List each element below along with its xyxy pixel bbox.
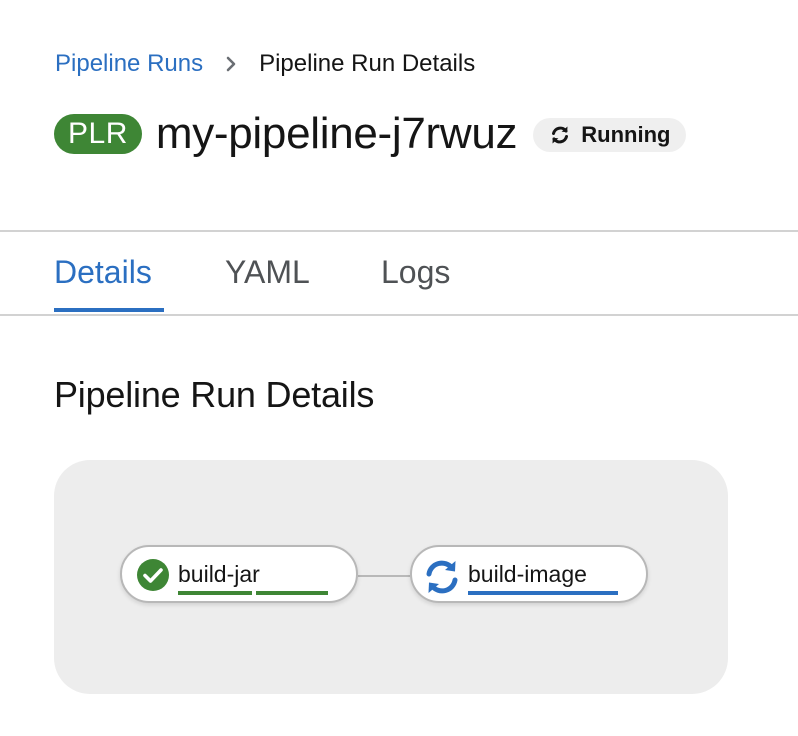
- task-name: build-jar: [178, 561, 260, 587]
- task-step-progress: [468, 591, 618, 595]
- page: Pipeline Runs Pipeline Run Details PLR m…: [0, 0, 798, 736]
- chevron-right-icon: [225, 56, 237, 72]
- task-name: build-image: [468, 561, 587, 587]
- check-circle-icon: [136, 558, 170, 592]
- task-step-progress: [178, 591, 252, 595]
- active-tab-indicator: [54, 308, 164, 312]
- section-heading: Pipeline Run Details: [54, 374, 375, 415]
- page-header: PLR my-pipeline-j7rwuz Running: [54, 104, 687, 164]
- pipeline-graph: build-jar build-image: [54, 460, 728, 694]
- breadcrumb: Pipeline Runs Pipeline Run Details: [55, 48, 475, 80]
- tab-yaml[interactable]: YAML: [225, 252, 310, 292]
- breadcrumb-link-pipeline-runs[interactable]: Pipeline Runs: [55, 48, 203, 80]
- tab-logs[interactable]: Logs: [381, 252, 450, 292]
- sync-icon: [422, 557, 462, 597]
- tab-details[interactable]: Details: [54, 252, 152, 292]
- task-node-build-jar[interactable]: build-jar: [120, 545, 358, 603]
- tab-bar: Details YAML Logs: [0, 232, 798, 316]
- resource-badge: PLR: [54, 114, 142, 154]
- breadcrumb-current: Pipeline Run Details: [259, 50, 476, 77]
- status-badge: Running: [533, 118, 687, 152]
- status-text: Running: [581, 122, 671, 147]
- sync-icon: [549, 124, 571, 146]
- task-node-build-image[interactable]: build-image: [410, 545, 648, 603]
- task-connector: [358, 575, 410, 577]
- task-step-progress: [256, 591, 328, 595]
- page-title: my-pipeline-j7rwuz: [155, 109, 518, 158]
